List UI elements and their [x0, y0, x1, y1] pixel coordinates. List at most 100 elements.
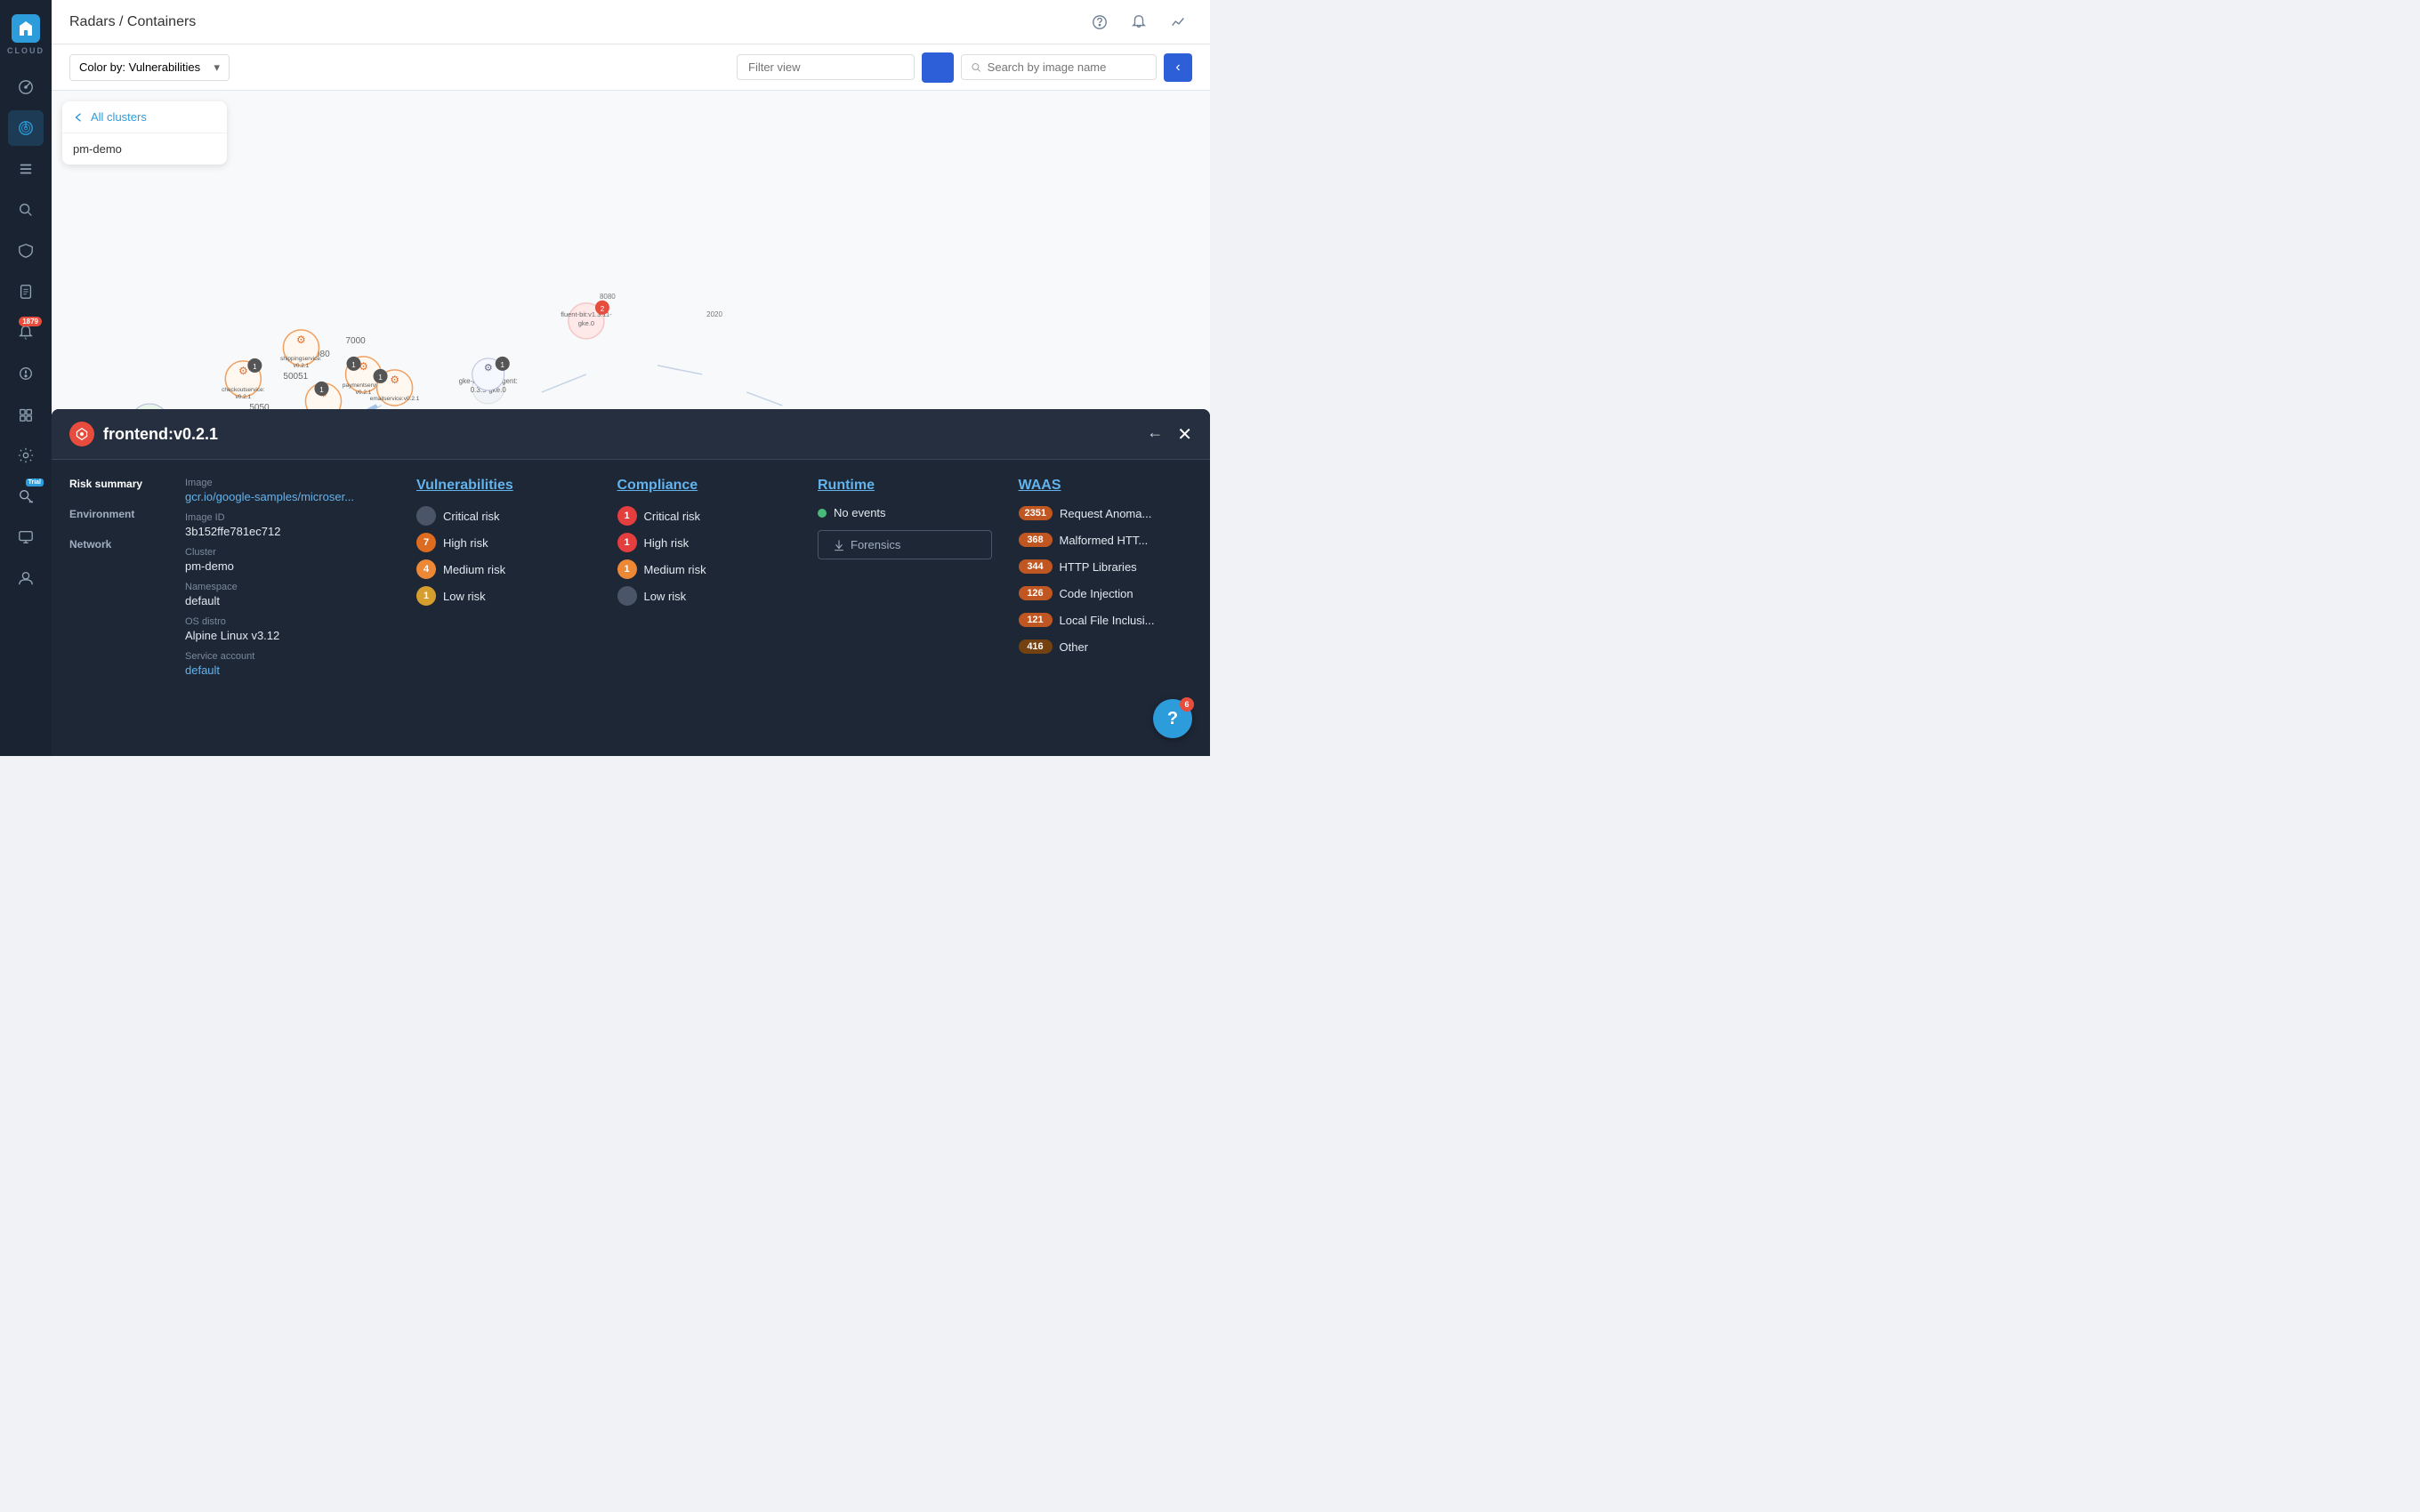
cluster-name: pm-demo — [73, 142, 122, 156]
sidebar-item-list[interactable] — [8, 151, 44, 187]
filter-area: ‹ — [737, 52, 1192, 83]
sidebar-item-trial[interactable]: Trial — [8, 479, 44, 514]
waas-request-anomaly-count: 2351 — [1019, 506, 1053, 520]
namespace-label: Namespace — [185, 582, 390, 592]
vuln-medium: 4 Medium risk — [416, 559, 591, 579]
filter-button[interactable] — [922, 52, 954, 83]
cluster-item-pm-demo[interactable]: pm-demo — [62, 133, 227, 165]
info-row-os: OS distro Alpine Linux v3.12 — [185, 616, 390, 642]
sidebar-item-dashboard[interactable] — [8, 69, 44, 105]
all-clusters-btn[interactable]: All clusters — [62, 101, 227, 133]
vuln-high-label: High risk — [443, 536, 488, 550]
vulnerabilities-column: Vulnerabilities Critical risk 7 High ris… — [416, 478, 591, 736]
nav-network[interactable]: Network — [69, 538, 158, 551]
svg-text:1: 1 — [253, 363, 257, 371]
vulnerabilities-title[interactable]: Vulnerabilities — [416, 478, 591, 494]
service-account-label: Service account — [185, 651, 390, 662]
sidebar-item-settings[interactable] — [8, 438, 44, 473]
svg-text:v0.2.1: v0.2.1 — [235, 394, 251, 400]
forensics-button[interactable]: Forensics — [818, 530, 992, 559]
comp-medium-badge: 1 — [617, 559, 637, 579]
page-header: Radars / Containers — [52, 0, 1210, 44]
svg-text:50051: 50051 — [283, 372, 308, 382]
runtime-title[interactable]: Runtime — [818, 478, 992, 494]
forensics-label: Forensics — [851, 538, 900, 551]
collapse-button[interactable]: ‹ — [1164, 53, 1192, 82]
vuln-critical-label: Critical risk — [443, 510, 500, 523]
image-value[interactable]: gcr.io/google-samples/microser... — [185, 490, 390, 503]
nav-environment[interactable]: Environment — [69, 508, 158, 520]
imageid-value: 3b152ffe781ec712 — [185, 525, 390, 538]
logo-icon[interactable] — [12, 14, 40, 43]
service-account-value[interactable]: default — [185, 664, 390, 677]
waas-local-file-inclusion: 121 Local File Inclusi... — [1019, 613, 1193, 627]
notification-icon-btn[interactable] — [1125, 8, 1153, 36]
help-button[interactable]: 6 ? — [1153, 699, 1192, 738]
back-arrow-icon — [73, 111, 85, 124]
nav-risk-summary[interactable]: Risk summary — [69, 478, 158, 490]
svg-text:2020: 2020 — [706, 310, 722, 318]
compliance-title[interactable]: Compliance — [617, 478, 792, 494]
analytics-icon-btn[interactable] — [1164, 8, 1192, 36]
vuln-medium-label: Medium risk — [443, 563, 505, 576]
download-icon — [833, 539, 845, 551]
vuln-critical-badge — [416, 506, 436, 526]
svg-text:7000: 7000 — [346, 336, 367, 346]
detail-close-btn[interactable]: ✕ — [1177, 423, 1192, 446]
detail-body: Risk summary Environment Network Image g… — [52, 460, 1210, 753]
cluster-panel: All clusters pm-demo — [62, 101, 227, 165]
waas-malformed-http-count: 368 — [1019, 533, 1053, 547]
info-row-namespace: Namespace default — [185, 582, 390, 607]
sidebar-item-alerts[interactable]: 1879 — [8, 315, 44, 350]
waas-malformed-http-label: Malformed HTT... — [1060, 534, 1149, 547]
svg-text:emailservice:v0.2.1: emailservice:v0.2.1 — [370, 396, 420, 402]
comp-critical-badge: 1 — [617, 506, 637, 526]
waas-malformed-http: 368 Malformed HTT... — [1019, 533, 1193, 547]
runtime-no-events: No events — [818, 506, 992, 519]
svg-text:checkoutservice:: checkoutservice: — [222, 387, 265, 393]
detail-left-nav: Risk summary Environment Network — [69, 478, 158, 736]
sidebar-item-logs[interactable] — [8, 397, 44, 432]
filter-input[interactable] — [737, 54, 915, 80]
waas-http-libraries: 344 HTTP Libraries — [1019, 559, 1193, 574]
detail-header: frontend:v0.2.1 ← ✕ — [52, 409, 1210, 460]
sidebar-item-user[interactable] — [8, 560, 44, 596]
svg-text:v0.2.1: v0.2.1 — [294, 363, 310, 369]
os-label: OS distro — [185, 616, 390, 627]
waas-code-injection-label: Code Injection — [1060, 587, 1133, 600]
comp-critical: 1 Critical risk — [617, 506, 792, 526]
svg-text:2: 2 — [601, 305, 605, 313]
sidebar-item-incidents[interactable] — [8, 356, 44, 391]
info-row-cluster: Cluster pm-demo — [185, 547, 390, 573]
all-clusters-label: All clusters — [91, 110, 147, 124]
waas-code-injection: 126 Code Injection — [1019, 586, 1193, 600]
info-row-service-account: Service account default — [185, 651, 390, 677]
detail-image-info: Image gcr.io/google-samples/microser... … — [185, 478, 390, 736]
search-input[interactable] — [988, 55, 1147, 79]
sidebar-item-radar[interactable] — [8, 110, 44, 146]
trial-badge: Trial — [26, 479, 44, 487]
help-icon-btn[interactable] — [1085, 8, 1114, 36]
runtime-column: Runtime No events Forensics — [818, 478, 992, 736]
waas-http-libraries-count: 344 — [1019, 559, 1053, 574]
sidebar-item-reports[interactable] — [8, 274, 44, 310]
svg-text:1: 1 — [351, 361, 356, 369]
search-icon — [971, 61, 982, 74]
svg-text:⚙: ⚙ — [238, 365, 248, 377]
sidebar-item-search[interactable] — [8, 192, 44, 228]
detail-back-btn[interactable]: ← — [1147, 423, 1163, 446]
comp-low-label: Low risk — [644, 590, 687, 603]
svg-text:1: 1 — [501, 361, 505, 369]
detail-panel: frontend:v0.2.1 ← ✕ Risk summary Environ… — [52, 409, 1210, 756]
waas-local-file-inclusion-label: Local File Inclusi... — [1060, 614, 1155, 627]
detail-icon — [69, 422, 94, 446]
svg-text:gke.0: gke.0 — [578, 319, 594, 327]
vuln-high: 7 High risk — [416, 533, 591, 552]
sidebar-item-monitor[interactable] — [8, 519, 44, 555]
comp-low: Low risk — [617, 586, 792, 606]
color-by-select[interactable]: Color by: Vulnerabilities ▾ — [69, 54, 230, 81]
cloud-label: CLOUD — [7, 46, 44, 55]
waas-title[interactable]: WAAS — [1019, 478, 1193, 494]
sidebar: CLOUD 1879 — [0, 0, 52, 756]
sidebar-item-shield[interactable] — [8, 233, 44, 269]
